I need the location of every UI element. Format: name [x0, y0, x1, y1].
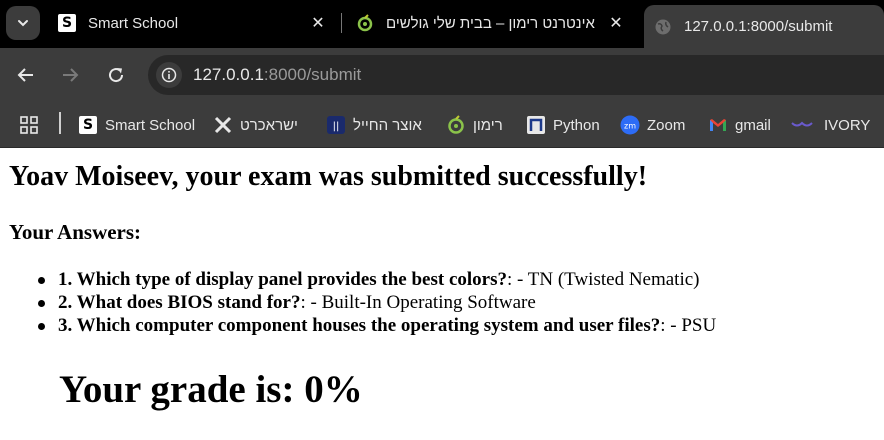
tab-search-button[interactable]	[6, 6, 40, 40]
reload-button[interactable]	[101, 60, 131, 90]
bookmark-label: רימון	[473, 116, 503, 134]
site-info-icon[interactable]	[156, 62, 182, 88]
chevron-down-icon	[18, 20, 28, 27]
smart-school-logo-icon: S	[78, 115, 98, 135]
forward-button[interactable]	[55, 60, 85, 90]
tab-strip: S Smart School ✕ אינטרנט רימון – בבית של…	[0, 0, 884, 48]
tab-title: 127.0.0.1:8000/submit	[684, 18, 833, 35]
tab-title: Smart School	[88, 14, 179, 32]
otsar-hahayal-logo-icon: ||	[326, 115, 346, 135]
bookmark-isracard[interactable]: ישראכרט	[213, 112, 298, 138]
question-text: 3. Which computer component houses the o…	[58, 315, 661, 336]
zoom-logo-icon: zm	[620, 115, 640, 135]
reload-icon	[109, 68, 124, 83]
bookmark-label: IVORY	[824, 116, 871, 134]
answers-heading: Your Answers:	[9, 220, 142, 244]
bookmark-rimon[interactable]: רימון	[446, 112, 503, 138]
tab-separator	[341, 13, 342, 33]
answers-list: 1. Which type of display panel provides …	[38, 268, 716, 337]
bookmark-label: Zoom	[647, 116, 686, 134]
bookmark-gmail[interactable]: gmail	[708, 112, 771, 138]
url-path: :8000/submit	[263, 65, 362, 84]
ivory-logo-icon	[791, 115, 817, 135]
answer-text: : - Built-In Operating Software	[300, 292, 536, 313]
isracard-logo-icon	[213, 115, 233, 135]
svg-text:zm: zm	[624, 122, 636, 131]
address-bar[interactable]: 127.0.0.1:8000/submit	[148, 55, 884, 95]
bookmark-label: ישראכרט	[240, 116, 298, 134]
tab-submit-active[interactable]: 127.0.0.1:8000/submit	[644, 5, 884, 48]
back-button[interactable]	[11, 60, 41, 90]
python-logo-icon	[526, 115, 546, 135]
tab-title: אינטרנט רימון – בבית שלי גולשים	[386, 14, 595, 32]
tab-rimon[interactable]: אינטרנט רימון – בבית שלי גולשים ✕	[346, 0, 636, 46]
apps-button[interactable]	[19, 112, 39, 138]
bookmark-python[interactable]: Python	[526, 112, 600, 138]
rimon-logo-icon	[446, 115, 466, 135]
url-text[interactable]: 127.0.0.1:8000/submit	[193, 65, 361, 85]
bookmark-label: Smart School	[105, 116, 196, 134]
back-arrow-icon	[17, 68, 33, 82]
close-icon[interactable]: ✕	[308, 13, 328, 33]
browser-toolbar: 127.0.0.1:8000/submit	[0, 48, 884, 102]
question-text: 1. Which type of display panel provides …	[58, 269, 508, 290]
url-host: 127.0.0.1	[193, 65, 264, 84]
list-item: 1. Which type of display panel provides …	[38, 268, 716, 291]
answer-text: : - PSU	[660, 315, 717, 336]
apps-grid-icon	[20, 116, 38, 134]
page-content: Yoav Moiseev, your exam was submitted su…	[0, 149, 884, 440]
answer-text: : - TN (Twisted Nematic)	[507, 269, 700, 290]
globe-icon	[654, 18, 672, 36]
bookmark-label: Python	[553, 116, 600, 134]
bookmark-label: אוצר החייל	[353, 116, 422, 134]
bookmark-zoom[interactable]: zm Zoom	[620, 112, 685, 138]
bookmark-label: gmail	[735, 116, 771, 134]
rimon-logo-icon	[356, 14, 374, 32]
grade-text: Your grade is: 0%	[59, 368, 363, 411]
bookmark-smart-school[interactable]: S Smart School	[78, 112, 195, 138]
page-title: Yoav Moiseev, your exam was submitted su…	[9, 161, 648, 192]
bookmarks-bar: S Smart School ישראכרט || אוצר החייל רימ…	[0, 102, 884, 148]
close-icon[interactable]: ✕	[606, 13, 626, 33]
tab-smart-school[interactable]: S Smart School ✕	[48, 0, 338, 46]
gmail-logo-icon	[708, 115, 728, 135]
list-item: 3. Which computer component houses the o…	[38, 314, 716, 337]
list-item: 2. What does BIOS stand for?: - Built-In…	[38, 291, 716, 314]
question-text: 2. What does BIOS stand for?	[58, 292, 301, 313]
bookmark-ivory[interactable]: IVORY	[791, 112, 870, 138]
bookmark-otsar-hahayal[interactable]: || אוצר החייל	[326, 112, 422, 138]
svg-text:||: ||	[333, 121, 340, 132]
bookmarks-separator	[59, 112, 61, 134]
smart-school-logo-icon: S	[58, 14, 76, 32]
forward-arrow-icon	[63, 68, 79, 82]
